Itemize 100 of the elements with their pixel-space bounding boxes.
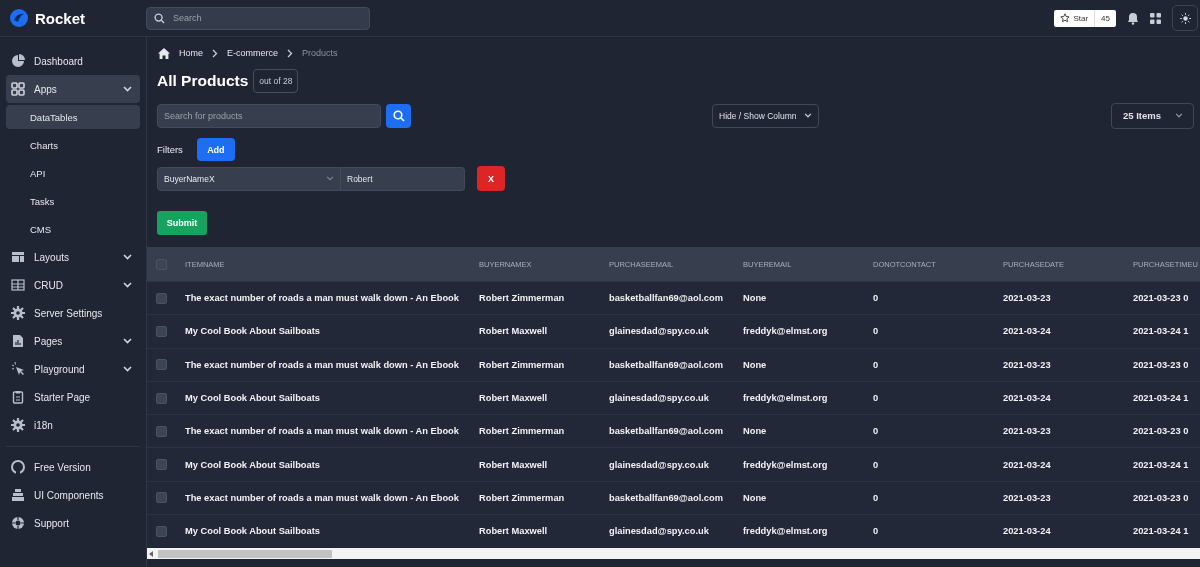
chevron-down-icon [1175, 113, 1183, 118]
star-count: 45 [1100, 13, 1111, 23]
row-checkbox[interactable] [156, 325, 167, 337]
sidebar-subitem[interactable]: Charts [6, 133, 140, 157]
sidebar-item[interactable]: Starter Page [6, 383, 140, 411]
row-checkbox[interactable] [156, 392, 167, 404]
clipboard-icon [11, 390, 25, 404]
table-cell-text: basketballfan69@aol.com [609, 426, 724, 437]
table-cell-text: My Cool Book About Sailboats [185, 326, 321, 337]
count-badge: out of 28 [253, 69, 299, 93]
chevron-right-icon [212, 48, 218, 58]
table-cell-text: The exact number of roads a man must walk down - An Ebook [185, 359, 460, 370]
table-cell-text: freddyk@elmst.org [743, 526, 829, 537]
sidebar-item[interactable]: Apps [6, 75, 140, 103]
grid-icon [11, 82, 25, 96]
sidebar-item[interactable]: Pages [6, 327, 140, 355]
settings-icon [11, 418, 25, 432]
table-cell-text: Robert Maxwell [479, 393, 549, 404]
star-button[interactable]: Star 45 [1054, 9, 1116, 27]
product-search-field[interactable]: Search for products [157, 103, 381, 128]
document-icon [11, 334, 25, 348]
sidebar-item[interactable]: CRUD [6, 271, 140, 299]
table-cell-text: None [743, 359, 768, 370]
breadcrumb-link[interactable]: E-commerce [227, 48, 279, 58]
cursor-icon [11, 362, 25, 376]
chevron-down-icon [123, 366, 132, 372]
table-cell-text: 2021-03-24 1 [1133, 393, 1190, 404]
table-cell-text: Robert Maxwell [479, 526, 549, 537]
table-cell-text: 2021-03-24 [1003, 326, 1052, 337]
table-cell-text: freddyk@elmst.org [743, 459, 829, 470]
table-cell-text: glainesdad@spy.co.uk [609, 459, 710, 470]
lifebuoy-icon [11, 516, 25, 530]
table-cell-text: Robert Zimmerman [479, 293, 566, 304]
sidebar-item[interactable]: Server Settings [6, 299, 140, 327]
table-cell-text: My Cool Book About Sailboats [185, 526, 321, 537]
table-cell-text: 0 [873, 426, 880, 437]
layout-icon [11, 250, 25, 264]
add-filter-button[interactable]: Add [196, 138, 235, 161]
table-cell-text: 2021-03-23 0 [1133, 359, 1190, 370]
filter-field-select[interactable]: BuyerNameX [157, 166, 341, 191]
chevron-down-icon [123, 282, 132, 288]
remove-filter-button[interactable]: X [477, 166, 505, 191]
horizontal-scrollbar[interactable] [147, 548, 1200, 560]
table-icon [11, 278, 25, 292]
table-cell-text: freddyk@elmst.org [743, 326, 829, 337]
search-button[interactable] [386, 103, 411, 128]
table-cell-text: basketballfan69@aol.com [609, 293, 724, 304]
sidebar-subitem[interactable]: DataTables [6, 105, 140, 129]
search-field[interactable]: Search [146, 6, 370, 30]
search-icon [392, 109, 405, 122]
sidebar-subitem[interactable]: API [6, 161, 140, 185]
table-cell-text: glainesdad@spy.co.uk [609, 526, 710, 537]
table-cell-text: Robert Zimmerman [479, 492, 566, 503]
sidebar-item[interactable]: UI Components [6, 481, 140, 509]
sidebar-item[interactable]: Dashboard [6, 47, 140, 75]
table-cell-text: 0 [873, 359, 880, 370]
table-cell-text: 0 [873, 459, 880, 470]
table-cell-text: Robert Zimmerman [479, 359, 566, 370]
sidebar-item[interactable]: Free Version [6, 453, 140, 481]
stack-icon [11, 488, 25, 502]
table-cell-text: basketballfan69@aol.com [609, 492, 724, 503]
chevron-right-icon [287, 48, 294, 58]
table-cell-text: basketballfan69@aol.com [609, 359, 724, 370]
breadcrumb-link[interactable]: Home [179, 48, 203, 58]
table-cell-text: The exact number of roads a man must walk down - An Ebook [185, 492, 460, 503]
star-label: Star [1073, 13, 1089, 23]
sidebar-item[interactable]: Playground [6, 355, 140, 383]
filter-value-field[interactable]: Robert [341, 166, 465, 191]
bell-icon[interactable] [1127, 11, 1139, 25]
table-cell-text: None [743, 426, 768, 437]
theme-toggle-button[interactable] [1172, 5, 1198, 31]
chevron-down-icon [123, 338, 132, 344]
scroll-left-icon[interactable] [149, 550, 154, 557]
row-checkbox[interactable] [156, 292, 167, 304]
table-cell-text: 2021-03-24 1 [1133, 526, 1190, 537]
sidebar-item[interactable]: Layouts [6, 243, 140, 271]
apps-grid-icon[interactable] [1150, 12, 1161, 24]
table-cell-text: Robert Zimmerman [479, 426, 566, 437]
sidebar-item[interactable]: i18n [6, 411, 140, 439]
row-checkbox[interactable] [156, 492, 167, 504]
brand-name: Rocket [35, 9, 86, 27]
page-size-dropdown[interactable]: 25 Items [1110, 102, 1194, 129]
breadcrumb-link[interactable]: Products [302, 48, 338, 58]
home-icon [158, 47, 170, 59]
table-cell-text: None [743, 492, 768, 503]
table-cell-text: 2021-03-23 0 [1133, 492, 1190, 503]
pie-chart-icon [11, 54, 25, 68]
row-checkbox[interactable] [156, 359, 167, 371]
row-checkbox[interactable] [156, 425, 167, 437]
column-toggle-dropdown[interactable]: Hide / Show Column [712, 103, 820, 128]
row-checkbox[interactable] [156, 525, 167, 537]
table-cell-text: None [743, 293, 768, 304]
row-checkbox[interactable] [156, 459, 167, 471]
sidebar-subitem[interactable]: Tasks [6, 189, 140, 213]
logo-icon [10, 9, 28, 27]
table-cell-text: glainesdad@spy.co.uk [609, 326, 710, 337]
sidebar-item[interactable]: Support [6, 509, 140, 537]
sidebar-subitem[interactable]: CMS [6, 217, 140, 241]
table-cell-text: 2021-03-24 [1003, 393, 1052, 404]
chevron-down-icon [123, 254, 132, 260]
